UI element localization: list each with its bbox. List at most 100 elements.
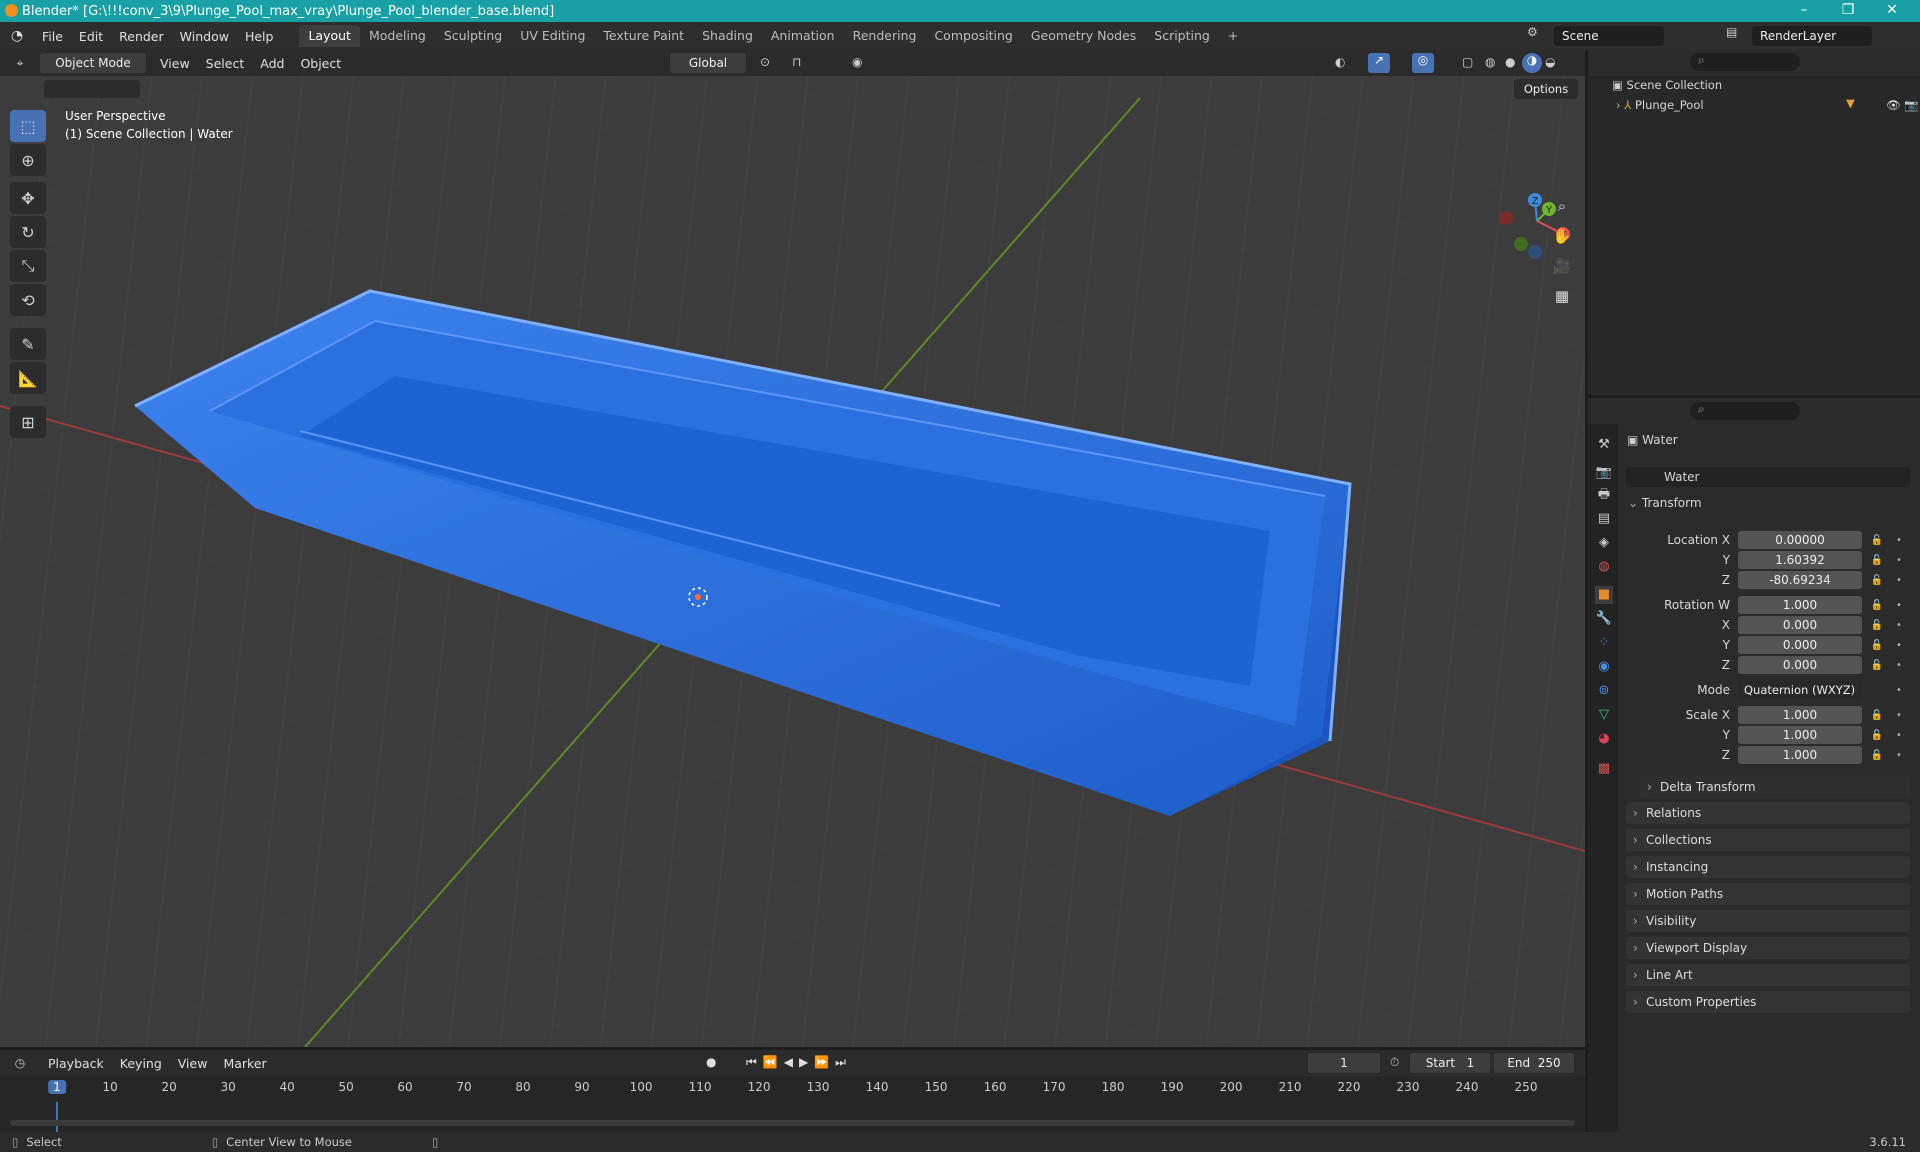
visibility-icon[interactable]: ◐ bbox=[1335, 55, 1345, 69]
timeline-menu-view[interactable]: View bbox=[170, 1056, 216, 1071]
menu-window[interactable]: Window bbox=[172, 29, 237, 44]
render-tab-icon[interactable]: 📷 bbox=[1595, 464, 1613, 482]
outliner-scene-collection[interactable]: ▣ Scene Collection bbox=[1612, 78, 1722, 92]
location-x-field[interactable]: 0.00000 bbox=[1738, 531, 1862, 549]
eye-icon[interactable]: 👁 bbox=[1886, 98, 1901, 112]
lock-icon[interactable]: 🔓 bbox=[1870, 600, 1884, 611]
lock-icon[interactable]: 🔓 bbox=[1870, 750, 1884, 761]
render-layer-icon[interactable]: ▤ bbox=[1726, 25, 1746, 45]
location-y-field[interactable]: 1.60392 bbox=[1738, 551, 1862, 569]
select-mode-buttons[interactable] bbox=[44, 80, 140, 98]
minimize-button[interactable]: – bbox=[1782, 0, 1826, 22]
tab-rendering[interactable]: Rendering bbox=[844, 25, 926, 47]
keyframe-dot-icon[interactable]: • bbox=[1892, 660, 1906, 671]
add-workspace-icon[interactable]: + bbox=[1219, 25, 1247, 47]
lock-icon[interactable]: 🔓 bbox=[1870, 660, 1884, 671]
scale-y-field[interactable]: 1.000 bbox=[1738, 726, 1862, 744]
scene-tab-icon[interactable]: ◈ bbox=[1595, 534, 1613, 552]
end-frame-field[interactable]: End 250 bbox=[1494, 1053, 1574, 1073]
menu-help[interactable]: Help bbox=[237, 29, 282, 44]
snap-icon[interactable]: ⊓ bbox=[792, 55, 801, 69]
viewport-menu-add[interactable]: Add bbox=[252, 56, 292, 71]
ortho-grid-icon[interactable]: ▦ bbox=[1548, 282, 1576, 310]
playback-controls-icon[interactable]: ⏮⏪◀▶⏩⏭ bbox=[746, 1055, 852, 1070]
keyframe-dot-icon[interactable]: • bbox=[1892, 600, 1906, 611]
lock-icon[interactable]: 🔓 bbox=[1870, 620, 1884, 631]
texture-tab-icon[interactable]: ▩ bbox=[1595, 760, 1613, 778]
tab-compositing[interactable]: Compositing bbox=[925, 25, 1021, 47]
keyframe-dot-icon[interactable]: • bbox=[1892, 710, 1906, 721]
motion-paths-section[interactable]: Motion Paths bbox=[1626, 883, 1910, 905]
timeline-menu-marker[interactable]: Marker bbox=[215, 1056, 274, 1071]
lock-icon[interactable]: 🔓 bbox=[1870, 555, 1884, 566]
material-shading-icon[interactable]: ◑ bbox=[1522, 53, 1542, 73]
editor-type-icon[interactable]: ⌖ bbox=[0, 56, 40, 71]
gizmo-toggle-icon[interactable]: ↗ bbox=[1368, 53, 1390, 73]
timeline-menu-playback[interactable]: Playback bbox=[40, 1056, 112, 1071]
keyframe-dot-icon[interactable]: • bbox=[1892, 575, 1906, 586]
select-box-tool-icon[interactable]: ⬚ bbox=[10, 110, 46, 142]
overlay-toggle-icon[interactable]: ◎ bbox=[1412, 53, 1434, 73]
scale-x-field[interactable]: 1.000 bbox=[1738, 706, 1862, 724]
keyframe-dot-icon[interactable]: • bbox=[1892, 750, 1906, 761]
camera-view-icon[interactable]: 🎥 bbox=[1548, 252, 1576, 280]
options-dropdown[interactable]: Options bbox=[1514, 79, 1578, 99]
properties-search-input[interactable]: ⌕ bbox=[1690, 402, 1800, 420]
relations-section[interactable]: Relations bbox=[1626, 802, 1910, 824]
custom-properties-section[interactable]: Custom Properties bbox=[1626, 991, 1910, 1013]
timeline-editor-icon[interactable]: ◷ bbox=[0, 1056, 40, 1070]
tab-geometry-nodes[interactable]: Geometry Nodes bbox=[1022, 25, 1145, 47]
menu-render[interactable]: Render bbox=[111, 29, 172, 44]
timeline-scrollbar[interactable] bbox=[10, 1120, 1575, 1126]
cursor-tool-icon[interactable]: ⊕ bbox=[10, 144, 46, 176]
move-tool-icon[interactable]: ✥ bbox=[10, 182, 46, 214]
transform-tool-icon[interactable]: ⟲ bbox=[10, 284, 46, 316]
tool-tab-icon[interactable]: ⚒ bbox=[1595, 436, 1613, 454]
blender-menu-icon[interactable]: ◔ bbox=[0, 28, 34, 44]
maximize-button[interactable]: ❐ bbox=[1826, 0, 1870, 22]
menu-file[interactable]: File bbox=[34, 29, 71, 44]
scale-tool-icon[interactable]: ⤡ bbox=[10, 250, 46, 282]
keyframe-dot-icon[interactable]: • bbox=[1892, 555, 1906, 566]
lock-icon[interactable]: 🔓 bbox=[1870, 730, 1884, 741]
object-name-field[interactable]: Water bbox=[1626, 467, 1910, 487]
tab-animation[interactable]: Animation bbox=[762, 25, 844, 47]
rotation-w-field[interactable]: 1.000 bbox=[1738, 596, 1862, 614]
keyframe-dot-icon[interactable]: • bbox=[1892, 640, 1906, 651]
add-cube-tool-icon[interactable]: ⊞ bbox=[10, 406, 46, 438]
keyframe-dot-icon[interactable]: • bbox=[1892, 535, 1906, 546]
visibility-section[interactable]: Visibility bbox=[1626, 910, 1910, 932]
tab-layout[interactable]: Layout bbox=[299, 25, 360, 47]
render-layer-selector[interactable]: RenderLayer bbox=[1752, 26, 1872, 46]
keyframe-dot-icon[interactable]: • bbox=[1892, 620, 1906, 631]
lock-icon[interactable]: 🔓 bbox=[1870, 640, 1884, 651]
rendered-shading-icon[interactable]: ◒ bbox=[1545, 55, 1555, 69]
xray-icon[interactable]: ▢ bbox=[1462, 55, 1473, 69]
scene-selector[interactable]: Scene bbox=[1554, 26, 1664, 46]
viewport-menu-object[interactable]: Object bbox=[292, 56, 349, 71]
lock-icon[interactable]: 🔓 bbox=[1870, 710, 1884, 721]
outliner-item[interactable]: › ⅄ Plunge_Pool ▼ 👁 📷 bbox=[1616, 96, 1918, 112]
tab-modeling[interactable]: Modeling bbox=[360, 25, 435, 47]
clock-icon[interactable]: ⏱ bbox=[1390, 1055, 1399, 1070]
rotation-z-field[interactable]: 0.000 bbox=[1738, 656, 1862, 674]
outliner-search-input[interactable]: ⌕ bbox=[1690, 53, 1800, 71]
3d-viewport[interactable]: X Y Z ⬚ ⊕ ✥ ↻ ⤡ ⟲ ✎ 📐 ⊞ User Perspective… bbox=[0, 76, 1585, 1047]
scale-z-field[interactable]: 1.000 bbox=[1738, 746, 1862, 764]
menu-edit[interactable]: Edit bbox=[71, 29, 111, 44]
transform-orientation[interactable]: Global bbox=[670, 53, 746, 73]
rotation-x-field[interactable]: 0.000 bbox=[1738, 616, 1862, 634]
rotation-y-field[interactable]: 0.000 bbox=[1738, 636, 1862, 654]
collections-section[interactable]: Collections bbox=[1626, 829, 1910, 851]
pivot-icon[interactable]: ⊙ bbox=[760, 55, 770, 69]
pan-hand-icon[interactable]: ✋ bbox=[1548, 222, 1576, 250]
viewport-display-section[interactable]: Viewport Display bbox=[1626, 937, 1910, 959]
tab-scripting[interactable]: Scripting bbox=[1145, 25, 1219, 47]
camera-icon[interactable]: 📷 bbox=[1904, 98, 1918, 112]
tab-shading[interactable]: Shading bbox=[693, 25, 762, 47]
location-z-field[interactable]: -80.69234 bbox=[1738, 571, 1862, 589]
output-tab-icon[interactable]: 🖶 bbox=[1595, 486, 1613, 504]
rotation-mode-select[interactable]: Quaternion (WXYZ) bbox=[1738, 681, 1862, 699]
timeline-menu-keying[interactable]: Keying bbox=[112, 1056, 170, 1071]
measure-tool-icon[interactable]: 📐 bbox=[10, 362, 46, 394]
